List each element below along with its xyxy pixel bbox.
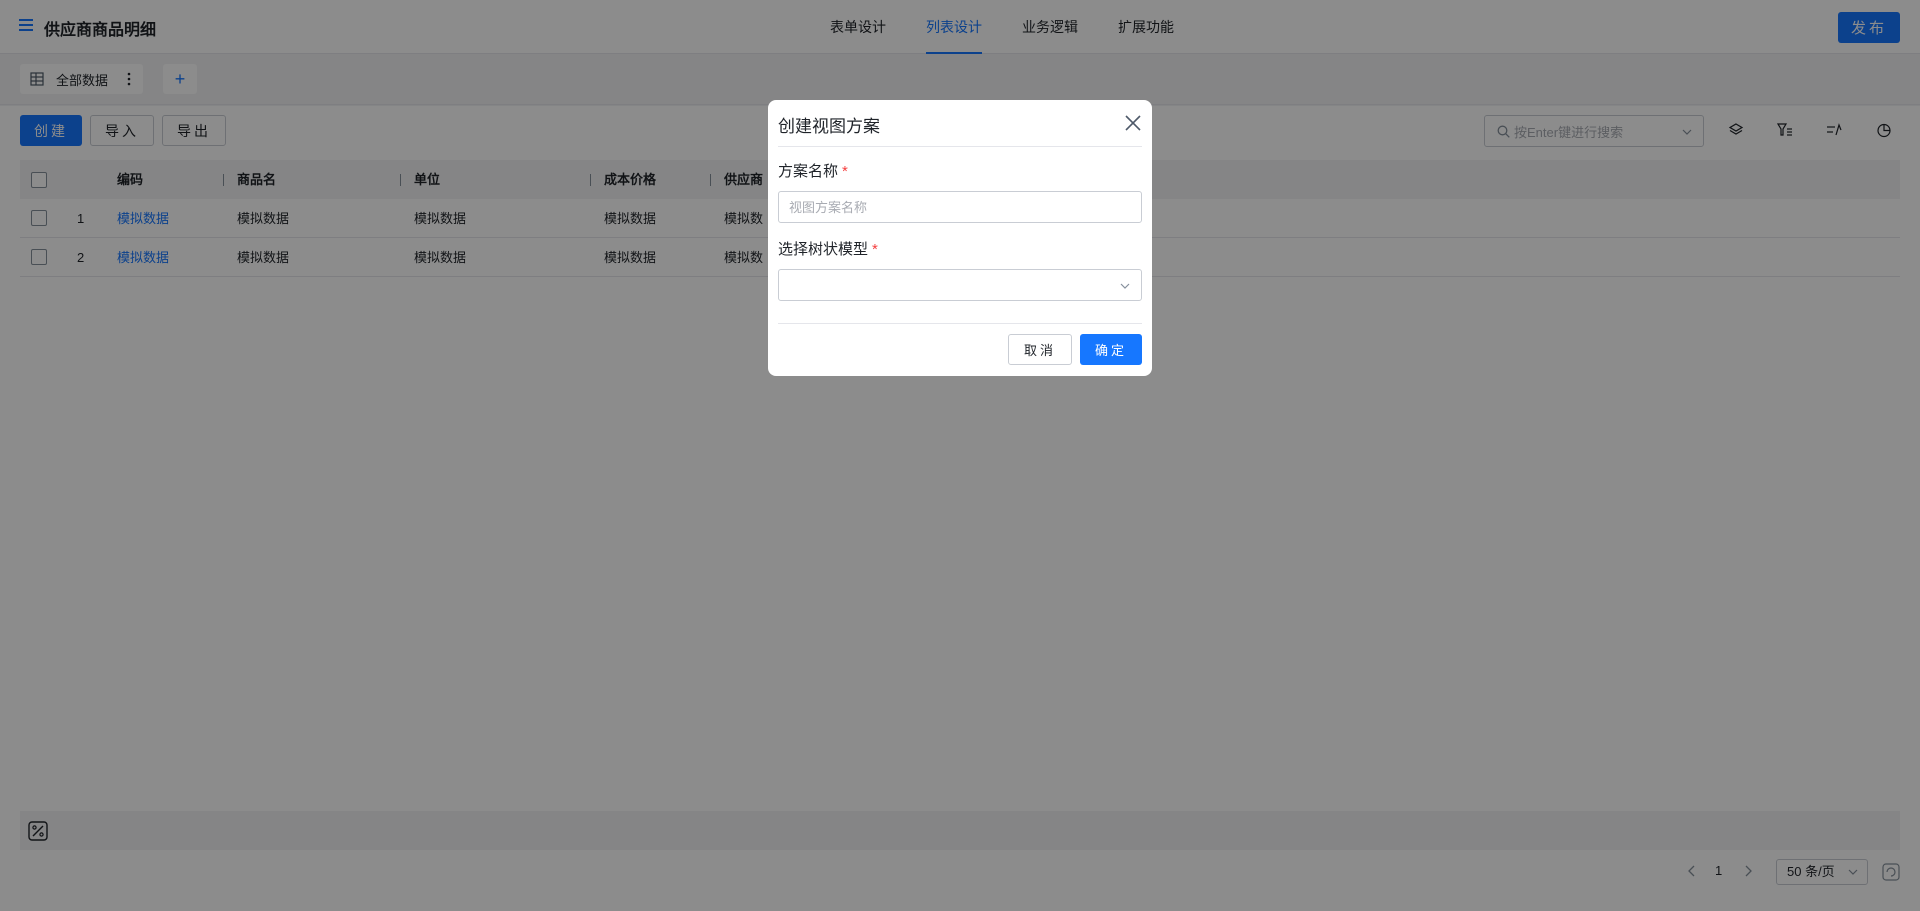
dialog-title: 创建视图方案 — [778, 117, 880, 136]
confirm-button[interactable]: 确定 — [1080, 334, 1142, 365]
tree-model-select[interactable] — [778, 269, 1142, 301]
required-mark: * — [872, 241, 878, 258]
cancel-button[interactable]: 取消 — [1008, 334, 1072, 365]
close-icon[interactable] — [1124, 114, 1142, 132]
dialog-footer-divider — [778, 323, 1142, 324]
scheme-name-label: 方案名称 * — [778, 160, 848, 181]
tree-model-label: 选择树状模型 * — [778, 238, 878, 259]
required-mark: * — [842, 163, 848, 180]
tree-model-label-text: 选择树状模型 — [778, 241, 869, 258]
chevron-down-icon — [1120, 283, 1130, 289]
scheme-name-input[interactable] — [778, 191, 1142, 223]
dialog-divider — [778, 146, 1142, 147]
create-view-dialog: 创建视图方案 方案名称* 选择树状模型* 取消 确定 — [768, 100, 1152, 376]
scheme-name-label-text: 方案名称 — [778, 163, 839, 180]
